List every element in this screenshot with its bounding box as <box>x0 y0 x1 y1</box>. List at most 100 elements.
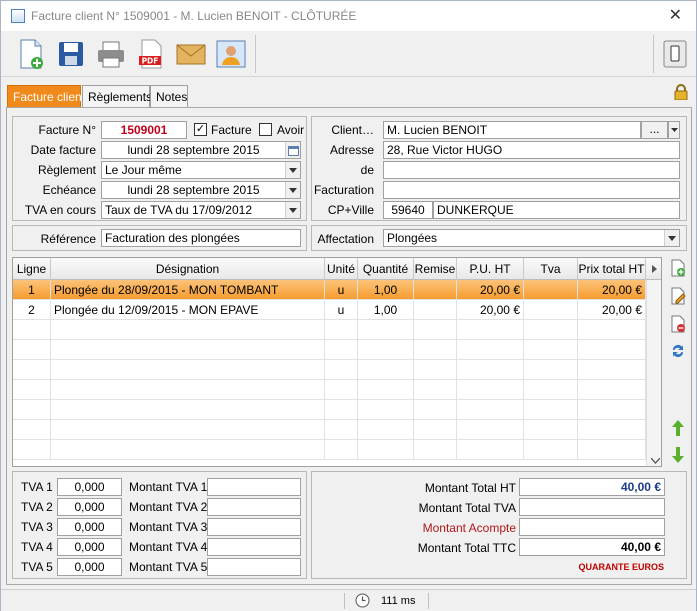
table-row-empty[interactable] <box>13 340 661 360</box>
acompte-field[interactable] <box>519 518 665 536</box>
table-row-empty[interactable] <box>13 440 661 460</box>
calendar-icon[interactable] <box>285 142 300 158</box>
move-up-icon[interactable] <box>669 419 687 437</box>
adresse-field[interactable]: 28, Rue Victor HUGO <box>383 141 680 159</box>
tab-facture-client[interactable]: Facture client <box>7 85 85 107</box>
echeance-field[interactable]: lundi 28 septembre 2015 <box>101 181 301 199</box>
tva-rate-field[interactable]: 0,000 <box>57 518 122 536</box>
table-row[interactable]: 2 Plongée du 12/09/2015 - MON EPAVE u 1,… <box>13 300 661 320</box>
title-bar: Facture client N° 1509001 - M. Lucien BE… <box>1 1 696 31</box>
tva-select[interactable]: Taux de TVA du 17/09/2012 <box>101 201 301 219</box>
tva-amount-field <box>207 478 301 496</box>
empty-cell <box>325 340 358 360</box>
col-ligne[interactable]: Ligne <box>13 258 51 280</box>
empty-cell <box>457 440 524 460</box>
empty-cell <box>524 420 578 440</box>
table-row-empty[interactable] <box>13 360 661 380</box>
client-field[interactable]: M. Lucien BENOIT <box>383 121 641 139</box>
cell-designation: Plongée du 28/09/2015 - MON TOMBANT <box>51 280 325 300</box>
empty-cell <box>524 360 578 380</box>
invoice-info-panel: Facture N° 1509001 ✓ Facture Avoir Date … <box>12 116 307 221</box>
tab-reglements[interactable]: Règlements <box>82 85 152 107</box>
timer-label: 111 ms <box>381 595 416 607</box>
reference-field[interactable]: Facturation des plongées <box>101 229 301 247</box>
date-field[interactable]: lundi 28 septembre 2015 <box>101 141 301 159</box>
save-icon[interactable] <box>53 36 89 72</box>
cell-prix-total-ht: 20,00 € <box>578 300 646 320</box>
close-icon[interactable]: ✕ <box>669 5 682 25</box>
vertical-scrollbar[interactable] <box>646 280 661 466</box>
tva-rate-field[interactable]: 0,000 <box>57 478 122 496</box>
total-ht-field: 40,00 € <box>519 478 665 496</box>
col-designation[interactable]: Désignation <box>51 258 325 280</box>
empty-cell <box>578 440 646 460</box>
col-pu-ht[interactable]: P.U. HT <box>457 258 524 280</box>
reglement-select[interactable]: Le Jour même <box>101 161 301 179</box>
col-quantite[interactable]: Quantité <box>358 258 414 280</box>
tva-rate-field[interactable]: 0,000 <box>57 538 122 556</box>
cell-designation: Plongée du 12/09/2015 - MON EPAVE <box>51 300 325 320</box>
affectation-select[interactable]: Plongées <box>383 229 680 247</box>
add-line-icon[interactable] <box>669 259 687 277</box>
delete-line-icon[interactable] <box>669 315 687 333</box>
chevron-down-icon[interactable] <box>285 182 300 198</box>
tva-rate-label: TVA 2 <box>21 500 53 514</box>
tva-rate-field[interactable]: 0,000 <box>57 498 122 516</box>
cell-ligne: 1 <box>13 280 51 300</box>
edit-line-icon[interactable] <box>669 287 687 305</box>
refresh-icon[interactable] <box>669 342 687 360</box>
total-ttc-field: 40,00 € <box>519 538 665 556</box>
tva-rate-label: TVA 5 <box>21 560 53 574</box>
client-label[interactable]: Client… <box>331 123 374 137</box>
print-icon[interactable] <box>93 36 129 72</box>
col-tva[interactable]: Tva <box>524 258 578 280</box>
empty-cell <box>358 420 414 440</box>
chevron-down-icon[interactable] <box>664 230 679 246</box>
invoice-number-field[interactable]: 1509001 <box>101 121 187 139</box>
chevron-down-icon[interactable] <box>285 162 300 178</box>
client-panel: Client… M. Lucien BENOIT ... Adresse 28,… <box>311 116 687 221</box>
move-down-icon[interactable] <box>669 446 687 464</box>
contact-icon[interactable] <box>213 36 249 72</box>
client-dropdown[interactable] <box>668 121 680 139</box>
table-row-empty[interactable] <box>13 320 661 340</box>
table-row-empty[interactable] <box>13 380 661 400</box>
empty-cell <box>51 320 325 340</box>
col-remise[interactable]: Remise <box>414 258 457 280</box>
table-row-empty[interactable] <box>13 400 661 420</box>
client-more-button[interactable]: ... <box>641 121 668 139</box>
invoice-window: Facture client N° 1509001 - M. Lucien BE… <box>0 0 697 611</box>
facturation-label: Facturation <box>313 183 374 197</box>
new-document-icon[interactable] <box>13 36 49 72</box>
chevron-down-icon[interactable] <box>285 202 300 218</box>
tva-amount-field <box>207 498 301 516</box>
adresse-label: Adresse <box>329 143 374 157</box>
cp-field[interactable]: 59640 <box>383 201 433 219</box>
phone-icon[interactable] <box>657 36 693 72</box>
tab-notes[interactable]: Notes <box>150 85 188 107</box>
facture-checkbox[interactable]: ✓ <box>194 123 207 136</box>
col-unite[interactable]: Unité <box>325 258 358 280</box>
tva-amount-field <box>207 538 301 556</box>
empty-cell <box>414 420 457 440</box>
total-tva-field <box>519 498 665 516</box>
email-icon[interactable] <box>173 36 209 72</box>
empty-cell <box>13 380 51 400</box>
tva-rate-field[interactable]: 0,000 <box>57 558 122 576</box>
app-icon <box>11 9 25 23</box>
cell-remise <box>414 300 457 320</box>
column-scroll-right-icon[interactable] <box>646 258 661 280</box>
facturation-field[interactable] <box>383 181 680 199</box>
col-prix-total-ht[interactable]: Prix total HT <box>578 258 646 280</box>
cell-ligne: 2 <box>13 300 51 320</box>
de-field[interactable] <box>383 161 680 179</box>
reglement-label: Règlement <box>37 163 96 177</box>
tva-rate-label: TVA 1 <box>21 480 53 494</box>
empty-cell <box>325 380 358 400</box>
avoir-checkbox[interactable] <box>259 123 272 136</box>
table-row-empty[interactable] <box>13 420 661 440</box>
pdf-icon[interactable]: PDF <box>133 36 169 72</box>
table-row[interactable]: 1 Plongée du 28/09/2015 - MON TOMBANT u … <box>13 280 661 300</box>
ville-field[interactable]: DUNKERQUE <box>433 201 680 219</box>
cell-unite: u <box>325 280 358 300</box>
